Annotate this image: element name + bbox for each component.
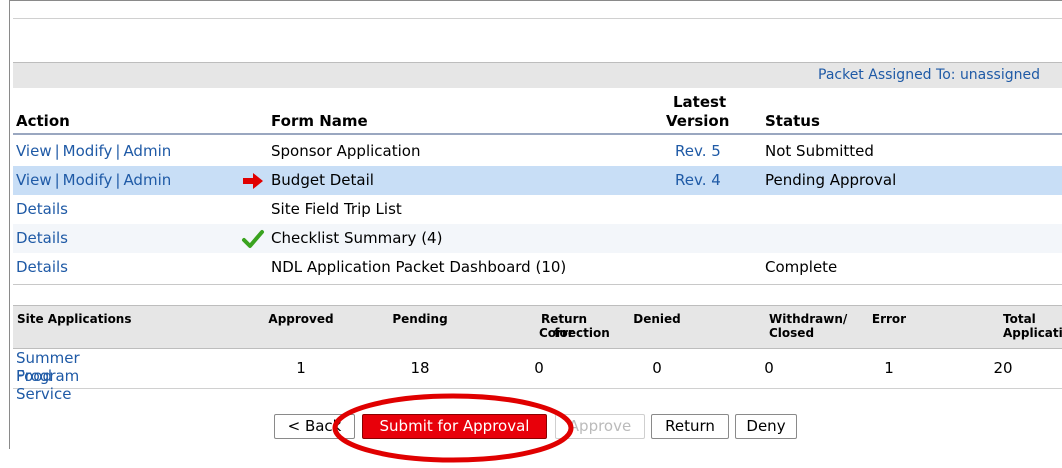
view-link[interactable]: View [16, 171, 52, 189]
submit-for-approval-button[interactable]: Submit for Approval [362, 414, 547, 439]
withdrawn-count: 0 [764, 359, 774, 377]
back-button[interactable]: < Back [274, 414, 355, 439]
assigned-value: unassigned [959, 67, 1040, 83]
header-approved: Approved [268, 312, 334, 326]
admin-link[interactable]: Admin [123, 171, 171, 189]
form-row-packet-dashboard: Details NDL Application Packet Dashboard… [13, 253, 1062, 282]
approved-count: 1 [296, 359, 306, 377]
forms-table-header: Action Form Name Latest Version Status [13, 88, 1062, 135]
view-link[interactable]: View [16, 142, 52, 160]
return-count: 0 [534, 359, 544, 377]
red-arrow-icon [243, 173, 263, 189]
green-checkmark-icon [242, 230, 264, 248]
header-pending: Pending [392, 312, 448, 326]
form-status: Pending Approval [765, 171, 897, 189]
page-frame-left [9, 0, 10, 449]
modify-link[interactable]: Modify [63, 171, 113, 189]
form-name: Budget Detail [271, 171, 374, 189]
site-applications-header: Site Applications Approved Pending Retur… [13, 305, 1062, 349]
form-row-site-field-trip-list: Details Site Field Trip List [13, 195, 1062, 224]
form-name: Site Field Trip List [271, 200, 402, 218]
version-link[interactable]: Rev. 5 [675, 142, 721, 160]
header-form-name: Form Name [271, 112, 368, 130]
header-latest: Latest [673, 93, 727, 111]
form-status: Not Submitted [765, 142, 874, 160]
form-row-budget-detail: View | Modify | Admin Budget Detail Rev. 4 P… [13, 166, 1062, 195]
return-button[interactable]: Return [651, 414, 729, 439]
panel-top-border [13, 18, 1062, 19]
header-withdrawn-closed: Withdrawn/Closed [769, 312, 848, 340]
form-name: NDL Application Packet Dashboard (10) [271, 258, 567, 276]
version-link[interactable]: Rev. 4 [675, 171, 721, 189]
header-status: Status [765, 112, 820, 130]
header-return-for-correction: Return for Correction [539, 312, 610, 340]
assigned-label: Packet Assigned To: [818, 67, 956, 83]
details-link[interactable]: Details [16, 200, 68, 218]
details-link[interactable]: Details [16, 229, 68, 247]
site-application-row: Summer Food Service Program 1 18 0 0 0 1 … [13, 349, 1062, 403]
page-frame-top [9, 0, 1062, 1]
denied-count: 0 [652, 359, 662, 377]
total-count: 20 [993, 359, 1013, 377]
error-count: 1 [884, 359, 894, 377]
packet-assigned-bar: Packet Assigned To: unassigned [13, 62, 1062, 88]
deny-button[interactable]: Deny [735, 414, 797, 439]
form-name: Sponsor Application [271, 142, 421, 160]
approve-button[interactable]: Approve [555, 414, 645, 439]
table-divider [13, 284, 1062, 285]
form-status: Complete [765, 258, 838, 276]
row-actions: View | Modify | Admin [16, 171, 172, 189]
row-actions: View | Modify | Admin [16, 142, 172, 160]
header-total-applications: TotalApplications [1003, 312, 1062, 340]
form-row-checklist-summary: Details Checklist Summary (4) [13, 224, 1062, 253]
header-version: Version [666, 112, 730, 130]
header-action: Action [16, 112, 70, 130]
header-error: Error [871, 312, 907, 326]
form-row-sponsor-application: View | Modify | Admin Sponsor Application Re… [13, 137, 1062, 166]
modify-link[interactable]: Modify [63, 142, 113, 160]
header-denied: Denied [633, 312, 681, 326]
admin-link[interactable]: Admin [123, 142, 171, 160]
pending-count: 18 [410, 359, 430, 377]
details-link[interactable]: Details [16, 258, 68, 276]
packet-assigned-text: Packet Assigned To: unassigned [818, 67, 1040, 83]
header-site-applications: Site Applications [17, 312, 132, 326]
form-name: Checklist Summary (4) [271, 229, 443, 247]
